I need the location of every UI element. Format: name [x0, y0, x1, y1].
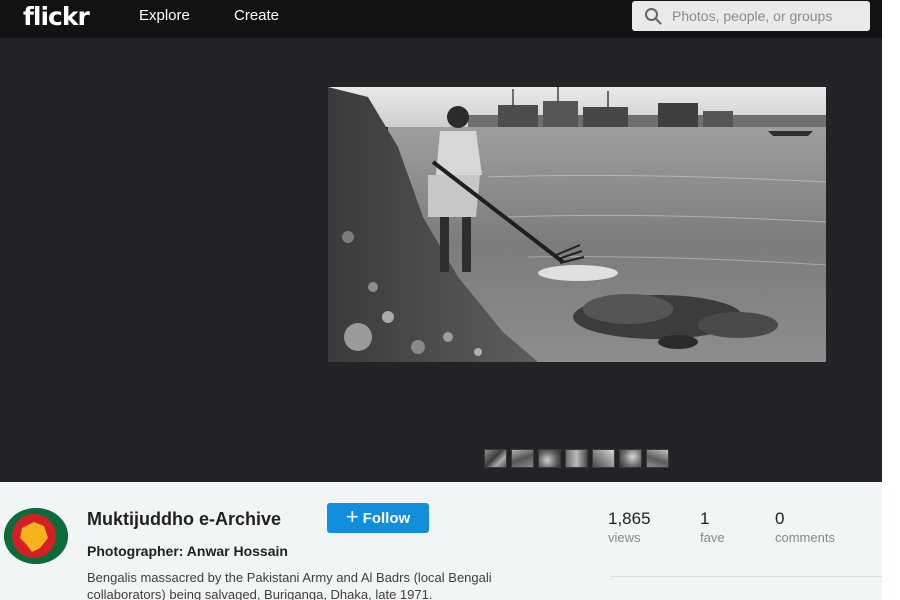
- stat-comments[interactable]: 0 comments: [775, 509, 835, 545]
- faves-count: 1: [700, 509, 710, 528]
- filmstrip-thumbnail[interactable]: [538, 449, 561, 468]
- views-count: 1,865: [608, 509, 651, 528]
- filmstrip-thumbnail[interactable]: [511, 449, 534, 468]
- top-nav-bar: flickr Explore Create: [0, 0, 882, 38]
- owner-avatar[interactable]: [4, 508, 68, 564]
- search-input[interactable]: [672, 1, 864, 31]
- stats-divider: [610, 576, 882, 577]
- views-label: views: [608, 530, 641, 545]
- photo-stage: [0, 38, 882, 482]
- right-gutter: [882, 0, 900, 600]
- filmstrip-thumbnail[interactable]: [592, 449, 615, 468]
- filmstrip: [484, 449, 669, 468]
- comments-label: comments: [775, 530, 835, 545]
- photo-title: Photographer: Anwar Hossain: [87, 543, 288, 559]
- main-photo[interactable]: [328, 87, 826, 362]
- search-icon[interactable]: [644, 7, 662, 25]
- comments-count: 0: [775, 509, 785, 528]
- owner-name[interactable]: Muktijuddho e-Archive: [87, 509, 281, 530]
- flickr-logo[interactable]: flickr: [23, 2, 90, 31]
- photo-info-panel: Muktijuddho e-Archive + Follow Photograp…: [0, 482, 882, 600]
- photo-description: Bengalis massacred by the Pakistani Army…: [87, 570, 492, 600]
- plus-icon: +: [345, 504, 359, 529]
- filmstrip-thumbnail[interactable]: [619, 449, 642, 468]
- nav-explore-link[interactable]: Explore: [139, 7, 190, 24]
- filmstrip-thumbnail[interactable]: [565, 449, 588, 468]
- stat-faves[interactable]: 1 fave: [700, 509, 725, 545]
- faves-label: fave: [700, 530, 725, 545]
- filmstrip-thumbnail[interactable]: [484, 449, 507, 468]
- nav-create-link[interactable]: Create: [234, 7, 279, 24]
- filmstrip-thumbnail[interactable]: [646, 449, 669, 468]
- follow-button-label: Follow: [362, 509, 411, 527]
- follow-button[interactable]: + Follow: [327, 503, 429, 533]
- stat-views: 1,865 views: [608, 509, 651, 545]
- search-box[interactable]: [632, 1, 870, 31]
